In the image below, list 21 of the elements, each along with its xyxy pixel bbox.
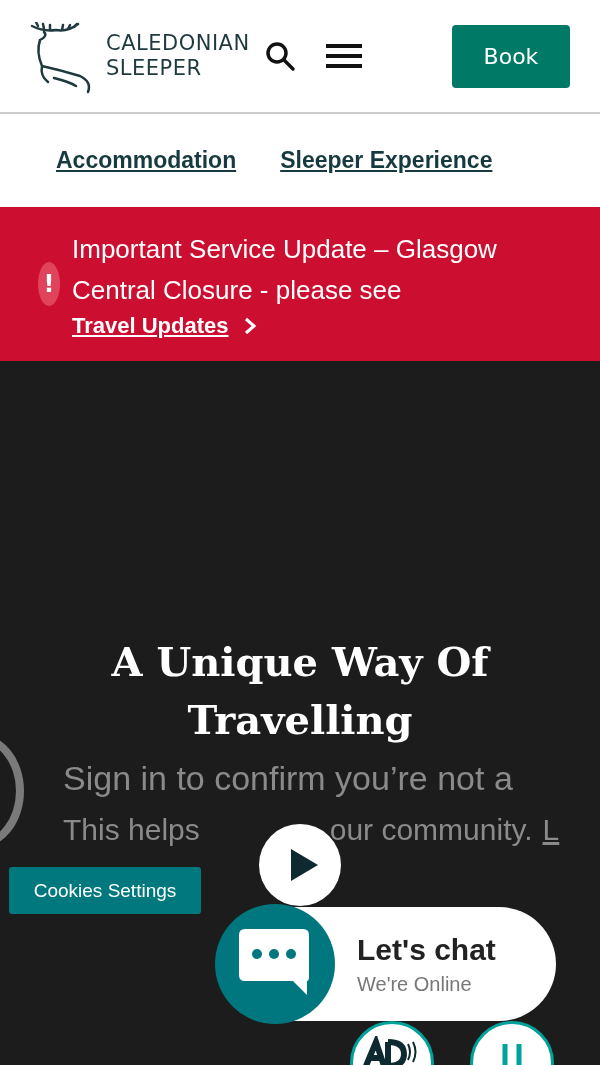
nav-link[interactable]: Accommodation bbox=[56, 147, 237, 174]
logo-wordmark: CALEDONIAN bbox=[106, 31, 250, 56]
book-button[interactable]: Book bbox=[452, 24, 570, 88]
nav-link[interactable]: Sleeper Experience bbox=[280, 147, 493, 174]
menu-icon[interactable] bbox=[325, 43, 362, 69]
travel-updates-link[interactable]: Travel Updates bbox=[72, 313, 257, 339]
chat-status: We're Online bbox=[357, 972, 473, 996]
search-icon[interactable] bbox=[263, 40, 296, 72]
learn-more-link[interactable]: L bbox=[542, 813, 560, 847]
play-icon bbox=[289, 848, 319, 882]
hero-title: A Unique Way Of Travelling bbox=[110, 637, 492, 745]
verification-message: Sign in to confirm you’re not a bbox=[63, 759, 513, 798]
verification-note: This helps bbox=[63, 813, 200, 847]
chat-widget[interactable]: Let's chat We're Online bbox=[216, 907, 556, 1021]
cookies-settings-button[interactable]: Cookies Settings bbox=[9, 867, 201, 914]
verification-note: our community. bbox=[329, 813, 533, 847]
alert-icon: ! bbox=[38, 262, 60, 306]
chat-title: Let's chat bbox=[357, 932, 496, 967]
alert-message: Important Service Update – Glasgow Central Closure - please see bbox=[72, 233, 498, 307]
logo-wordmark: SLEEPER bbox=[106, 56, 203, 81]
chevron-icon bbox=[242, 316, 257, 336]
